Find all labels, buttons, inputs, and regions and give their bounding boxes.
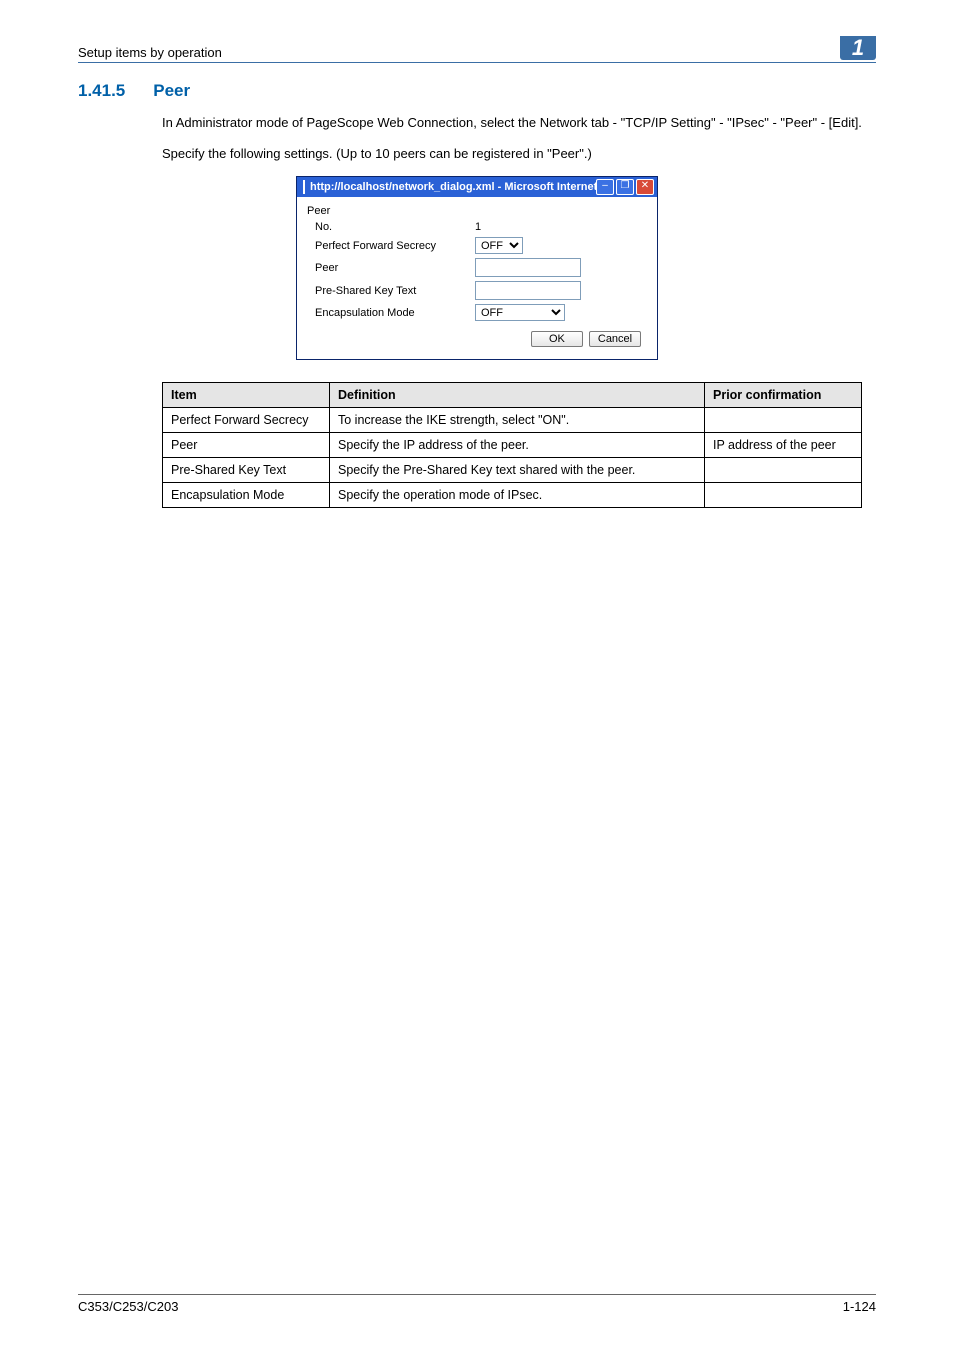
footer-page: 1-124 (843, 1299, 876, 1314)
minimize-button[interactable]: – (596, 179, 614, 195)
peer-input[interactable] (475, 258, 581, 277)
table-row: Peer Specify the IP address of the peer.… (163, 433, 862, 458)
page-header: Setup items by operation 1 (78, 36, 876, 63)
header-subtitle: Setup items by operation (78, 45, 222, 60)
section-title: Peer (153, 81, 190, 101)
section-number: 1.41.5 (78, 81, 125, 101)
ie-icon (303, 180, 305, 194)
col-definition: Definition (330, 383, 705, 408)
no-label: No. (315, 221, 475, 233)
footer-model: C353/C253/C203 (78, 1299, 178, 1314)
table-row: Perfect Forward Secrecy To increase the … (163, 408, 862, 433)
pfs-label: Perfect Forward Secrecy (315, 240, 475, 252)
no-value: 1 (475, 221, 481, 233)
section-heading: 1.41.5 Peer (78, 81, 876, 101)
table-row: Encapsulation Mode Specify the operation… (163, 483, 862, 508)
chapter-badge: 1 (840, 36, 876, 60)
peer-label: Peer (315, 262, 475, 274)
enc-label: Encapsulation Mode (315, 307, 475, 319)
pfs-select[interactable]: OFF (475, 237, 523, 254)
psk-label: Pre-Shared Key Text (315, 285, 475, 297)
peer-dialog: http://localhost/network_dialog.xml - Mi… (296, 176, 658, 360)
intro-paragraph-2: Specify the following settings. (Up to 1… (162, 145, 876, 163)
intro-paragraph-1: In Administrator mode of PageScope Web C… (162, 114, 876, 132)
table-row: Pre-Shared Key Text Specify the Pre-Shar… (163, 458, 862, 483)
col-prior: Prior confirmation (705, 383, 862, 408)
dialog-title: http://localhost/network_dialog.xml - Mi… (310, 181, 596, 193)
dialog-subheading: Peer (307, 205, 647, 217)
psk-input[interactable] (475, 281, 581, 300)
page-footer: C353/C253/C203 1-124 (78, 1294, 876, 1314)
enc-select[interactable]: OFF (475, 304, 565, 321)
close-button[interactable]: ✕ (636, 179, 654, 195)
ok-button[interactable]: OK (531, 331, 583, 347)
definition-table: Item Definition Prior confirmation Perfe… (162, 382, 862, 508)
col-item: Item (163, 383, 330, 408)
cancel-button[interactable]: Cancel (589, 331, 641, 347)
dialog-titlebar[interactable]: http://localhost/network_dialog.xml - Mi… (297, 177, 657, 197)
maximize-button[interactable]: ❐ (616, 179, 634, 195)
